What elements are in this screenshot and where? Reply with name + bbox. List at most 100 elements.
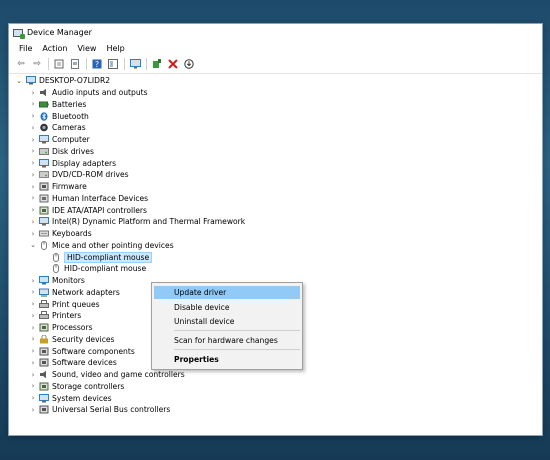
tree-category-item[interactable]: › Display adapters xyxy=(9,158,529,169)
tree-item-label: Software components xyxy=(52,346,135,356)
chevron-right-icon[interactable]: › xyxy=(29,228,37,239)
chevron-right-icon[interactable]: › xyxy=(29,193,37,204)
chevron-right-icon[interactable]: › xyxy=(29,122,37,133)
chevron-right-icon[interactable]: › xyxy=(29,134,37,145)
tree-category-item[interactable]: › Audio inputs and outputs xyxy=(9,87,529,98)
tree-category-item[interactable]: › DVD/CD-ROM drives xyxy=(9,169,529,180)
tree-category-item[interactable]: › Firmware xyxy=(9,181,529,192)
properties-icon[interactable] xyxy=(53,58,65,70)
chevron-right-icon[interactable]: › xyxy=(29,169,37,180)
device-manager-window: Device Manager File Action View Help ⇦ ⇨… xyxy=(9,24,542,435)
battery-icon xyxy=(39,100,49,109)
tree-item-label: Batteries xyxy=(52,99,87,109)
help-icon[interactable]: ? xyxy=(91,58,103,70)
chevron-right-icon[interactable]: › xyxy=(29,369,37,380)
chevron-right-icon[interactable]: › xyxy=(29,404,37,415)
tree-item-label: IDE ATA/ATAPI controllers xyxy=(52,205,147,215)
menu-bar: File Action View Help xyxy=(9,41,542,55)
tree-category-item[interactable]: › Computer xyxy=(9,134,529,145)
chevron-right-icon[interactable]: › xyxy=(29,287,37,298)
tree-category-item[interactable]: › Human Interface Devices xyxy=(9,193,529,204)
forward-icon[interactable]: ⇨ xyxy=(31,58,43,70)
panel-icon[interactable] xyxy=(107,58,119,70)
chevron-right-icon[interactable]: › xyxy=(29,146,37,157)
printer-icon xyxy=(39,311,49,320)
tree-category-item[interactable]: › IDE ATA/ATAPI controllers xyxy=(9,205,529,216)
tree-item-label: Monitors xyxy=(52,276,85,285)
mouse-icon xyxy=(51,252,61,262)
tree-category-item[interactable]: › Keyboards xyxy=(9,228,529,239)
chevron-down-icon[interactable]: ⌄ xyxy=(15,75,23,86)
tree-item-label: Keyboards xyxy=(52,229,92,238)
chevron-down-icon[interactable]: ⌄ xyxy=(29,240,37,251)
tree-category-item[interactable]: › Batteries xyxy=(9,99,529,110)
chevron-right-icon[interactable]: › xyxy=(29,334,37,345)
monitor-icon[interactable] xyxy=(129,58,141,70)
mouse-icon xyxy=(51,264,61,274)
title-bar: Device Manager xyxy=(9,24,542,41)
tree-item-label: Print queues xyxy=(52,299,100,309)
context-update-driver[interactable]: Update driver xyxy=(154,286,300,299)
tree-category-item[interactable]: › Universal Serial Bus controllers xyxy=(9,404,529,415)
tree-item-label: HID-compliant mouse xyxy=(64,264,147,274)
tree-category-item[interactable]: › Intel(R) Dynamic Platform and Thermal F… xyxy=(9,216,529,227)
tree-category-item[interactable]: › Storage controllers xyxy=(9,381,529,392)
sheet-icon[interactable] xyxy=(69,58,81,70)
tree-category-item[interactable]: › Disk drives xyxy=(9,146,529,157)
tree-item-label: Display adapters xyxy=(52,158,117,168)
menu-file[interactable]: File xyxy=(14,44,37,53)
chevron-right-icon[interactable]: › xyxy=(29,87,37,98)
tree-item-label: DVD/CD-ROM drives xyxy=(52,170,129,180)
tree-item-label: Audio inputs and outputs xyxy=(52,88,148,97)
menu-action[interactable]: Action xyxy=(37,44,72,53)
chevron-right-icon[interactable]: › xyxy=(29,158,37,169)
back-icon[interactable]: ⇦ xyxy=(15,58,27,70)
uninstall-icon[interactable] xyxy=(167,58,179,70)
update-driver-icon[interactable] xyxy=(151,58,163,70)
context-uninstall-device[interactable]: Uninstall device xyxy=(154,315,300,328)
toolbar-divider xyxy=(146,58,147,70)
controller-icon xyxy=(39,206,49,215)
tree-root-label: DESKTOP-O7LIDR2 xyxy=(39,76,111,85)
component-icon xyxy=(39,347,49,356)
chevron-right-icon[interactable]: › xyxy=(29,181,37,192)
context-menu: Update driver Disable device Uninstall d… xyxy=(151,282,303,370)
chevron-right-icon[interactable]: › xyxy=(29,322,37,333)
menu-help[interactable]: Help xyxy=(101,44,129,53)
context-scan-hardware[interactable]: Scan for hardware changes xyxy=(154,334,300,347)
keyboard-icon xyxy=(39,229,49,238)
tree-item-label: Human Interface Devices xyxy=(52,193,149,203)
tree-item-label: HID-compliant mouse xyxy=(64,251,153,263)
tree-item-label: Processors xyxy=(52,323,93,332)
chevron-right-icon[interactable]: › xyxy=(29,275,37,286)
tree-category-item[interactable]: › Cameras xyxy=(9,122,529,133)
menu-view[interactable]: View xyxy=(72,44,101,53)
tree-category-item[interactable]: › Sound, video and game controllers xyxy=(9,369,529,380)
context-disable-device[interactable]: Disable device xyxy=(154,301,300,314)
chevron-right-icon[interactable]: › xyxy=(29,99,37,110)
chevron-right-icon[interactable]: › xyxy=(29,216,37,227)
tree-category-item[interactable]: › Bluetooth xyxy=(9,111,529,122)
chevron-right-icon[interactable]: › xyxy=(29,393,37,404)
tree-item-label: Computer xyxy=(52,135,90,144)
toolbar-divider xyxy=(48,58,49,70)
tree-category-item[interactable]: › System devices xyxy=(9,393,529,404)
tree-device-item[interactable]: HID-compliant mouse xyxy=(9,251,529,263)
chevron-right-icon[interactable]: › xyxy=(29,111,37,122)
chevron-right-icon[interactable]: › xyxy=(29,205,37,216)
chevron-right-icon[interactable]: › xyxy=(29,357,37,368)
context-properties[interactable]: Properties xyxy=(154,353,300,366)
network-icon xyxy=(39,288,49,297)
tree-category-item[interactable]: ⌄ Mice and other pointing devices xyxy=(9,240,529,251)
software-icon xyxy=(39,358,49,367)
chevron-right-icon[interactable]: › xyxy=(29,299,37,310)
tree-device-item[interactable]: HID-compliant mouse xyxy=(9,263,529,274)
processor-icon xyxy=(39,323,49,332)
download-icon[interactable] xyxy=(183,58,195,70)
tree-item-label: Printers xyxy=(52,311,82,321)
chevron-right-icon[interactable]: › xyxy=(29,310,37,321)
chevron-right-icon[interactable]: › xyxy=(29,346,37,357)
security-icon xyxy=(39,334,49,344)
chevron-right-icon[interactable]: › xyxy=(29,381,37,392)
tree-item-label: Intel(R) Dynamic Platform and Thermal Fr… xyxy=(52,217,246,227)
